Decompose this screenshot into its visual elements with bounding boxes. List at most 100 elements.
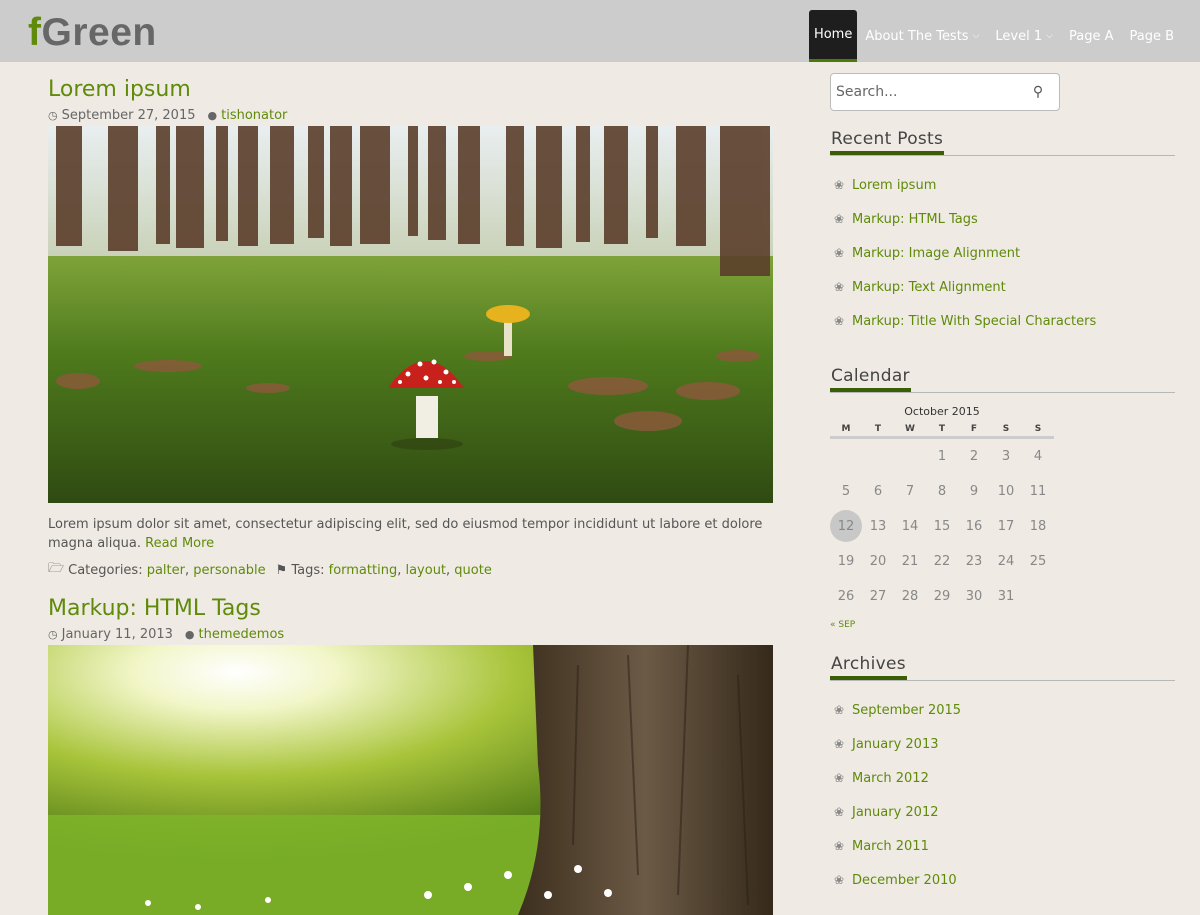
chevron-down-icon: ⌵ bbox=[972, 31, 980, 41]
category-link[interactable]: personable bbox=[193, 563, 265, 578]
widget-title: Recent Posts bbox=[830, 129, 1175, 156]
nav-item-page-a[interactable]: Page A bbox=[1061, 10, 1122, 62]
category-link[interactable]: palter bbox=[147, 563, 185, 578]
post: Markup: HTML Tags ◷ January 11, 2013 ● t… bbox=[48, 595, 773, 915]
calendar-day-number: 16 bbox=[965, 519, 983, 534]
calendar-day: 16 bbox=[958, 509, 990, 544]
featured-image-forest-mushroom[interactable] bbox=[48, 126, 773, 503]
recent-post-link[interactable]: Lorem ipsum bbox=[852, 178, 936, 193]
nav-item-level1[interactable]: Level 1 ⌵ bbox=[987, 10, 1061, 62]
calendar-day: 18 bbox=[1022, 509, 1054, 544]
archive-link[interactable]: December 2010 bbox=[852, 873, 957, 888]
calendar-day-number: 4 bbox=[1033, 449, 1043, 464]
list-item: ❀ March 2012 bbox=[830, 761, 1175, 795]
archive-link[interactable]: January 2013 bbox=[852, 737, 939, 752]
calendar-day-number: 13 bbox=[869, 519, 887, 534]
leaf-icon: ❀ bbox=[834, 703, 845, 717]
archives-list: ❀ September 2015 ❀ January 2013 ❀ March 201… bbox=[830, 693, 1175, 897]
post-meta: ◷ January 11, 2013 ● themedemos bbox=[48, 625, 773, 643]
calendar-day-number: 23 bbox=[965, 554, 983, 569]
nav-item-home[interactable]: Home bbox=[808, 10, 858, 62]
calendar-day: 26 bbox=[830, 579, 862, 614]
post-title[interactable]: Markup: HTML Tags bbox=[48, 595, 773, 623]
leaf-icon: ❀ bbox=[834, 873, 845, 887]
read-more-link[interactable]: Read More bbox=[145, 536, 214, 551]
calendar-day-number: 10 bbox=[997, 484, 1015, 499]
post-taxonomy: 🗁 Categories: palter, personable ⚑ Tags:… bbox=[48, 559, 773, 581]
search-input[interactable] bbox=[836, 84, 1023, 100]
calendar-day-number: 8 bbox=[937, 484, 947, 499]
tag-link[interactable]: layout bbox=[405, 563, 446, 578]
main-content: Lorem ipsum ◷ September 27, 2015 ● tisho… bbox=[48, 62, 773, 915]
site-header: fGreen Home About The Tests ⌵ Level 1 ⌵ Pa… bbox=[0, 0, 1200, 62]
calendar-day-number: 28 bbox=[901, 589, 919, 604]
calendar-day: 22 bbox=[926, 544, 958, 579]
leaf-icon: ❀ bbox=[834, 737, 845, 751]
calendar-day: 9 bbox=[958, 474, 990, 509]
calendar-day: 17 bbox=[990, 509, 1022, 544]
recent-post-link[interactable]: Markup: Image Alignment bbox=[852, 246, 1020, 261]
site-logo[interactable]: fGreen bbox=[28, 10, 157, 56]
user-icon: ● bbox=[184, 627, 195, 641]
sidebar: ⚲ Recent Posts ❀ Lorem ipsum ❀ Markup: HTM… bbox=[830, 62, 1175, 897]
calendar-day: 19 bbox=[830, 544, 862, 579]
widget-title: Archives bbox=[830, 654, 1175, 681]
calendar-day-number: 6 bbox=[873, 484, 883, 499]
calendar-day-number: 25 bbox=[1029, 554, 1047, 569]
calendar-day: 12 bbox=[830, 509, 862, 544]
calendar-day-number: 21 bbox=[901, 554, 919, 569]
calendar-day-number: 9 bbox=[969, 484, 979, 499]
archive-link[interactable]: January 2012 bbox=[852, 805, 939, 820]
calendar-day: 29 bbox=[926, 579, 958, 614]
nav-item-page-b[interactable]: Page B bbox=[1121, 10, 1182, 62]
archive-link[interactable]: March 2012 bbox=[852, 771, 929, 786]
recent-post-link[interactable]: Markup: Text Alignment bbox=[852, 280, 1006, 295]
recent-post-link[interactable]: Markup: HTML Tags bbox=[852, 212, 978, 227]
calendar-empty-cell bbox=[894, 439, 926, 474]
calendar-day-number: 22 bbox=[933, 554, 951, 569]
calendar-day-number: 11 bbox=[1029, 484, 1047, 499]
calendar-day: 30 bbox=[958, 579, 990, 614]
calendar-day-number: 18 bbox=[1029, 519, 1047, 534]
calendar-day-number: 27 bbox=[869, 589, 887, 604]
tag-link[interactable]: formatting bbox=[329, 563, 398, 578]
folder-icon: 🗁 bbox=[48, 561, 65, 576]
recent-post-link[interactable]: Markup: Title With Special Characters bbox=[852, 314, 1096, 329]
calendar-prev-link[interactable]: « SEP bbox=[830, 620, 1054, 630]
user-icon: ● bbox=[207, 108, 218, 122]
list-item: ❀ March 2011 bbox=[830, 829, 1175, 863]
calendar-day-number: 19 bbox=[837, 554, 855, 569]
recent-posts-widget: Recent Posts ❀ Lorem ipsum ❀ Markup: HTML … bbox=[830, 129, 1175, 338]
clock-icon: ◷ bbox=[48, 627, 58, 641]
calendar-today: 12 bbox=[830, 510, 862, 542]
post-title[interactable]: Lorem ipsum bbox=[48, 76, 773, 104]
tag-link[interactable]: quote bbox=[454, 563, 492, 578]
nav-item-about[interactable]: About The Tests ⌵ bbox=[857, 10, 987, 62]
post-author[interactable]: tishonator bbox=[221, 108, 287, 123]
calendar-day: 21 bbox=[894, 544, 926, 579]
leaf-icon: ❀ bbox=[834, 805, 845, 819]
calendar-empty-cell bbox=[830, 439, 862, 474]
calendar-day: 4 bbox=[1022, 439, 1054, 474]
main-nav: Home About The Tests ⌵ Level 1 ⌵ Page A Pa… bbox=[808, 10, 1182, 62]
calendar-day-number: 14 bbox=[901, 519, 919, 534]
calendar-day: 3 bbox=[990, 439, 1022, 474]
calendar-day: 28 bbox=[894, 579, 926, 614]
post-author[interactable]: themedemos bbox=[199, 627, 285, 642]
chevron-down-icon: ⌵ bbox=[1046, 31, 1053, 41]
archive-link[interactable]: March 2011 bbox=[852, 839, 929, 854]
archive-link[interactable]: September 2015 bbox=[852, 703, 961, 718]
calendar-weekdays: M T W T F S S bbox=[830, 424, 1054, 439]
tags-icon: ⚑ bbox=[275, 562, 288, 578]
calendar-day: 13 bbox=[862, 509, 894, 544]
calendar-day: 7 bbox=[894, 474, 926, 509]
calendar-caption: October 2015 bbox=[904, 405, 980, 418]
leaf-icon: ❀ bbox=[834, 246, 845, 260]
calendar-day-number: 7 bbox=[905, 484, 915, 499]
featured-image-sunny-tree[interactable] bbox=[48, 645, 773, 915]
search-icon[interactable]: ⚲ bbox=[1023, 84, 1053, 100]
calendar-empty-cell bbox=[862, 439, 894, 474]
widget-title: Calendar bbox=[830, 366, 1175, 393]
calendar-day: 23 bbox=[958, 544, 990, 579]
list-item: ❀ Lorem ipsum bbox=[830, 168, 1175, 202]
